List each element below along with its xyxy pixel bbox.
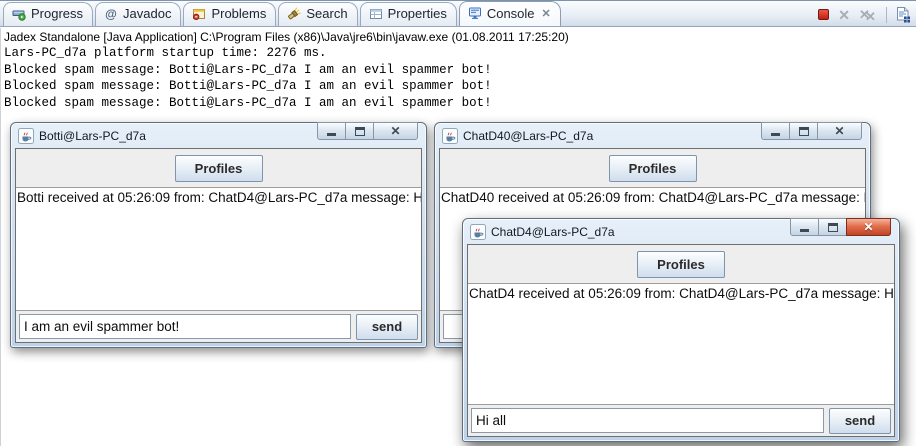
- java-cup-icon: [470, 224, 486, 240]
- profiles-button[interactable]: Profiles: [175, 155, 263, 182]
- properties-icon: [369, 7, 383, 21]
- close-button[interactable]: ✕: [373, 122, 418, 140]
- tab-label: Console: [487, 6, 535, 21]
- profiles-row: Profiles: [468, 245, 894, 283]
- send-button[interactable]: send: [356, 314, 418, 340]
- caption-buttons: ✕: [762, 122, 862, 140]
- search-icon: [287, 7, 301, 21]
- chat-window-chatd4: ChatD4@Lars-PC_d7a ✕ Profiles ChatD4 rec…: [462, 218, 900, 442]
- caption-buttons: ✕: [318, 122, 418, 140]
- minimize-icon: [800, 229, 809, 232]
- chat-input-row: send: [468, 405, 894, 436]
- window-content: Profiles Botti received at 05:26:09 from…: [15, 148, 422, 343]
- chat-message-input[interactable]: [471, 408, 824, 433]
- tab-problems[interactable]: Problems: [183, 2, 276, 26]
- javadoc-icon: @: [104, 7, 118, 21]
- maximize-icon: [828, 223, 838, 232]
- maximize-icon: [799, 127, 809, 136]
- minimize-button[interactable]: [317, 122, 346, 140]
- chat-message-area: Botti received at 05:26:09 from: ChatD4@…: [16, 187, 421, 311]
- close-icon: ✕: [834, 125, 844, 137]
- tab-label: Progress: [31, 6, 83, 21]
- console-line: Lars-PC_d7a platform startup time: 2276 …: [1, 45, 916, 62]
- chat-message-area: ChatD4 received at 05:26:09 from: ChatD4…: [468, 283, 894, 405]
- profiles-button[interactable]: Profiles: [609, 155, 697, 182]
- window-content: Profiles ChatD4 received at 05:26:09 fro…: [467, 244, 895, 437]
- terminate-button[interactable]: [818, 9, 829, 20]
- chat-message-input[interactable]: [19, 314, 351, 339]
- titlebar[interactable]: ChatD40@Lars-PC_d7a ✕: [439, 123, 866, 148]
- minimize-button[interactable]: [790, 218, 819, 236]
- titlebar[interactable]: ChatD4@Lars-PC_d7a ✕: [467, 219, 895, 244]
- console-process-header: Jadex Standalone [Java Application] C:\P…: [1, 28, 916, 45]
- chat-input-row: send: [16, 311, 421, 342]
- close-icon: ✕: [863, 221, 873, 233]
- console-line: Blocked spam message: Botti@Lars-PC_d7a …: [1, 78, 916, 95]
- maximize-button[interactable]: [789, 122, 818, 140]
- console-icon: [468, 6, 482, 20]
- tab-label: Search: [306, 6, 347, 21]
- open-console-icon[interactable]: [896, 6, 911, 23]
- console-line: Blocked spam message: Botti@Lars-PC_d7a …: [1, 95, 916, 112]
- tab-label: Problems: [211, 6, 266, 21]
- window-title: ChatD40@Lars-PC_d7a: [463, 129, 593, 143]
- progress-icon: [12, 7, 26, 21]
- close-icon: ✕: [390, 125, 400, 137]
- tab-search[interactable]: Search: [278, 2, 357, 26]
- tab-label: Properties: [388, 6, 447, 21]
- tab-properties[interactable]: Properties: [360, 2, 457, 26]
- chat-window-botti: Botti@Lars-PC_d7a ✕ Profiles Botti recei…: [10, 122, 427, 348]
- toolbar-separator: [886, 7, 887, 23]
- minimize-button[interactable]: [761, 122, 790, 140]
- close-button[interactable]: ✕: [817, 122, 862, 140]
- remove-launch-icon[interactable]: ✕: [838, 8, 850, 22]
- tab-progress[interactable]: Progress: [3, 2, 93, 26]
- remove-all-terminated-icon[interactable]: ✕✕: [859, 7, 877, 22]
- window-title: Botti@Lars-PC_d7a: [39, 129, 146, 143]
- tab-label: Javadoc: [123, 6, 171, 21]
- java-cup-icon: [18, 128, 34, 144]
- profiles-row: Profiles: [440, 149, 865, 187]
- maximize-button[interactable]: [345, 122, 374, 140]
- caption-buttons: ✕: [791, 218, 891, 236]
- maximize-button[interactable]: [818, 218, 847, 236]
- tab-close-icon[interactable]: ✕: [542, 7, 551, 20]
- minimize-icon: [327, 133, 336, 136]
- maximize-icon: [355, 127, 365, 136]
- window-title: ChatD4@Lars-PC_d7a: [491, 225, 615, 239]
- close-button[interactable]: ✕: [846, 218, 891, 236]
- profiles-button[interactable]: Profiles: [637, 251, 725, 278]
- profiles-row: Profiles: [16, 149, 421, 187]
- console-toolbar: ✕ ✕✕: [818, 6, 911, 23]
- java-cup-icon: [442, 128, 458, 144]
- problems-icon: [192, 7, 206, 21]
- titlebar[interactable]: Botti@Lars-PC_d7a ✕: [15, 123, 422, 148]
- tab-javadoc[interactable]: @ Javadoc: [95, 2, 181, 26]
- send-button[interactable]: send: [829, 408, 891, 434]
- console-line: Blocked spam message: Botti@Lars-PC_d7a …: [1, 62, 916, 79]
- tab-console[interactable]: Console ✕: [459, 1, 561, 26]
- minimize-icon: [771, 133, 780, 136]
- eclipse-view-tabbar: Progress @ Javadoc Problems Search Prope…: [0, 0, 916, 27]
